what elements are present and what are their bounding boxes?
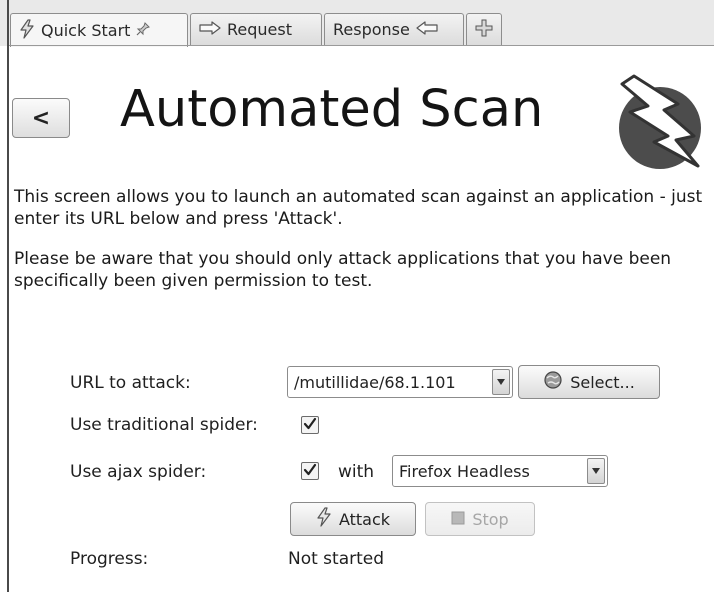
tab-response[interactable]: Response <box>324 13 464 45</box>
with-label: with <box>338 462 375 482</box>
url-value: 68.1.101/mutillidae/ <box>294 372 456 392</box>
select-button[interactable]: Select... <box>518 365 660 399</box>
progress-status: Not started <box>288 549 385 569</box>
tab-request[interactable]: Request <box>190 13 322 45</box>
ajax-spider-label: Use ajax spider: <box>70 462 207 482</box>
url-label: URL to attack: <box>70 373 191 393</box>
chevron-down-icon[interactable] <box>492 369 510 395</box>
tab-response-label: Response <box>333 20 410 39</box>
url-input[interactable]: 68.1.101/mutillidae/ <box>287 366 513 398</box>
attack-button-label: Attack <box>338 509 391 529</box>
tab-strip: Quick Start Request Response <box>0 0 714 47</box>
description-intro: This screen allows you to launch an auto… <box>14 187 703 229</box>
tab-strip-divider <box>9 45 714 46</box>
attack-button[interactable]: Attack <box>290 502 416 536</box>
traditional-spider-label: Use traditional spider: <box>70 415 258 435</box>
browser-value: Firefox Headless <box>399 461 530 481</box>
description-warning: Please be aware that you should only att… <box>14 249 672 291</box>
stop-icon <box>451 510 465 529</box>
left-arrow-icon <box>416 20 438 39</box>
checkmark-icon <box>303 462 317 481</box>
pin-icon[interactable] <box>136 21 151 40</box>
chevron-down-icon[interactable] <box>587 458 605 484</box>
ajax-spider-checkbox[interactable] <box>301 462 319 480</box>
tab-add[interactable] <box>466 13 502 45</box>
right-arrow-icon <box>199 20 221 39</box>
globe-icon <box>543 370 563 394</box>
quick-start-panel: Quick Start Request Response < Automated… <box>0 0 714 592</box>
stop-button-label: Stop <box>472 509 509 529</box>
plus-icon <box>475 19 493 41</box>
tab-request-label: Request <box>227 20 292 39</box>
tab-quick-start-label: Quick Start <box>41 21 131 40</box>
traditional-spider-checkbox[interactable] <box>301 416 319 434</box>
select-button-label: Select... <box>570 372 635 392</box>
lightning-icon <box>316 507 332 531</box>
checkmark-icon <box>303 416 317 435</box>
progress-label: Progress: <box>70 549 149 569</box>
lightning-icon <box>19 18 35 43</box>
stop-button[interactable]: Stop <box>425 502 535 536</box>
back-button[interactable]: < <box>12 98 70 138</box>
panel-left-border <box>7 0 9 592</box>
tab-quick-start[interactable]: Quick Start <box>10 13 188 47</box>
page-title: Automated Scan <box>120 80 544 139</box>
zap-lightning-logo <box>604 70 712 174</box>
browser-select[interactable]: Firefox Headless <box>392 455 608 487</box>
